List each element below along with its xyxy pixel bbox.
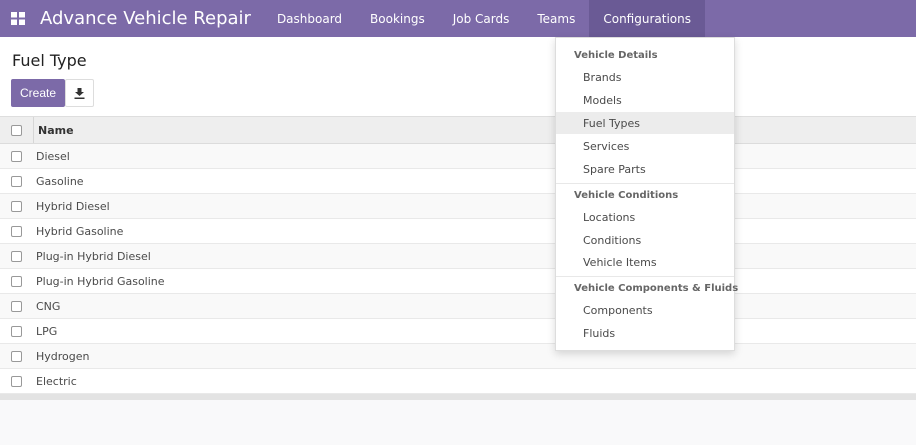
table-row[interactable]: CNG: [0, 294, 916, 319]
main-menu: Dashboard Bookings Job Cards Teams Confi…: [263, 0, 705, 37]
menu-item-job-cards[interactable]: Job Cards: [439, 0, 524, 37]
table-body: Diesel Gasoline Hybrid Diesel Hybrid Gas…: [0, 144, 916, 394]
row-name: Plug-in Hybrid Diesel: [36, 249, 151, 263]
row-checkbox[interactable]: [11, 325, 22, 337]
table-row[interactable]: Plug-in Hybrid Gasoline: [0, 269, 916, 294]
row-name: Hydrogen: [36, 349, 90, 363]
row-checkbox[interactable]: [11, 225, 22, 237]
dropdown-item-brands[interactable]: Brands: [556, 66, 734, 88]
row-name: Gasoline: [36, 174, 84, 188]
row-name: Plug-in Hybrid Gasoline: [36, 274, 165, 288]
row-checkbox[interactable]: [11, 150, 22, 162]
row-checkbox[interactable]: [11, 275, 22, 287]
row-checkbox[interactable]: [11, 250, 22, 262]
dropdown-item-conditions[interactable]: Conditions: [556, 229, 734, 251]
table-row[interactable]: Hybrid Diesel: [0, 194, 916, 219]
dropdown-section-vehicle-conditions: Vehicle Conditions: [574, 190, 679, 201]
row-checkbox[interactable]: [11, 350, 22, 362]
row-checkbox[interactable]: [11, 200, 22, 212]
column-header-name[interactable]: Name: [33, 117, 74, 143]
menu-item-configurations[interactable]: Configurations: [589, 0, 705, 37]
configurations-dropdown: Vehicle Details Brands Models Fuel Types…: [555, 37, 739, 351]
table-footer: [0, 394, 916, 400]
row-checkbox[interactable]: [11, 175, 22, 187]
page-title: Fuel Type: [12, 51, 87, 70]
control-panel: Fuel Type Create: [0, 37, 916, 117]
row-checkbox[interactable]: [11, 300, 22, 312]
dropdown-item-spare-parts[interactable]: Spare Parts: [556, 158, 734, 180]
dropdown-item-fuel-types[interactable]: Fuel Types: [556, 112, 734, 134]
table-row[interactable]: Plug-in Hybrid Diesel: [0, 244, 916, 269]
download-icon: [74, 87, 85, 99]
dropdown-section-vehicle-components-fluids: Vehicle Components & Fluids: [574, 283, 739, 294]
top-navbar: Advance Vehicle Repair Dashboard Booking…: [0, 0, 916, 37]
dropdown-item-locations[interactable]: Locations: [556, 206, 734, 228]
dropdown-item-components[interactable]: Components: [556, 299, 734, 321]
row-name: Electric: [36, 374, 77, 388]
menu-item-bookings[interactable]: Bookings: [356, 0, 439, 37]
row-checkbox[interactable]: [11, 375, 22, 387]
dropdown-item-fluids[interactable]: Fluids: [556, 322, 734, 344]
dropdown-section-vehicle-details: Vehicle Details: [574, 50, 658, 61]
download-button[interactable]: [65, 79, 94, 107]
dropdown-item-models[interactable]: Models: [556, 89, 734, 111]
row-name: CNG: [36, 299, 61, 313]
row-name: LPG: [36, 324, 58, 338]
table-row[interactable]: LPG: [0, 319, 916, 344]
dropdown-item-services[interactable]: Services: [556, 135, 734, 157]
table-row[interactable]: Hydrogen: [0, 344, 916, 369]
row-name: Hybrid Gasoline: [36, 224, 124, 238]
row-name: Diesel: [36, 149, 70, 163]
menu-item-dashboard[interactable]: Dashboard: [263, 0, 356, 37]
row-name: Hybrid Diesel: [36, 199, 110, 213]
table-row[interactable]: Diesel: [0, 144, 916, 169]
dropdown-item-vehicle-items[interactable]: Vehicle Items: [556, 251, 734, 273]
select-all-cell: [0, 117, 33, 143]
menu-item-teams[interactable]: Teams: [523, 0, 589, 37]
dropdown-divider: [556, 276, 734, 277]
dropdown-divider: [556, 183, 734, 184]
table-row[interactable]: Electric: [0, 369, 916, 394]
table-row[interactable]: Gasoline: [0, 169, 916, 194]
fuel-type-table: Name Diesel Gasoline Hybrid Diesel Hybri…: [0, 117, 916, 400]
table-header: Name: [0, 117, 916, 144]
table-row[interactable]: Hybrid Gasoline: [0, 219, 916, 244]
select-all-checkbox[interactable]: [11, 124, 22, 136]
grid-icon[interactable]: [0, 0, 36, 37]
create-button[interactable]: Create: [11, 79, 65, 107]
app-title[interactable]: Advance Vehicle Repair: [40, 8, 251, 29]
